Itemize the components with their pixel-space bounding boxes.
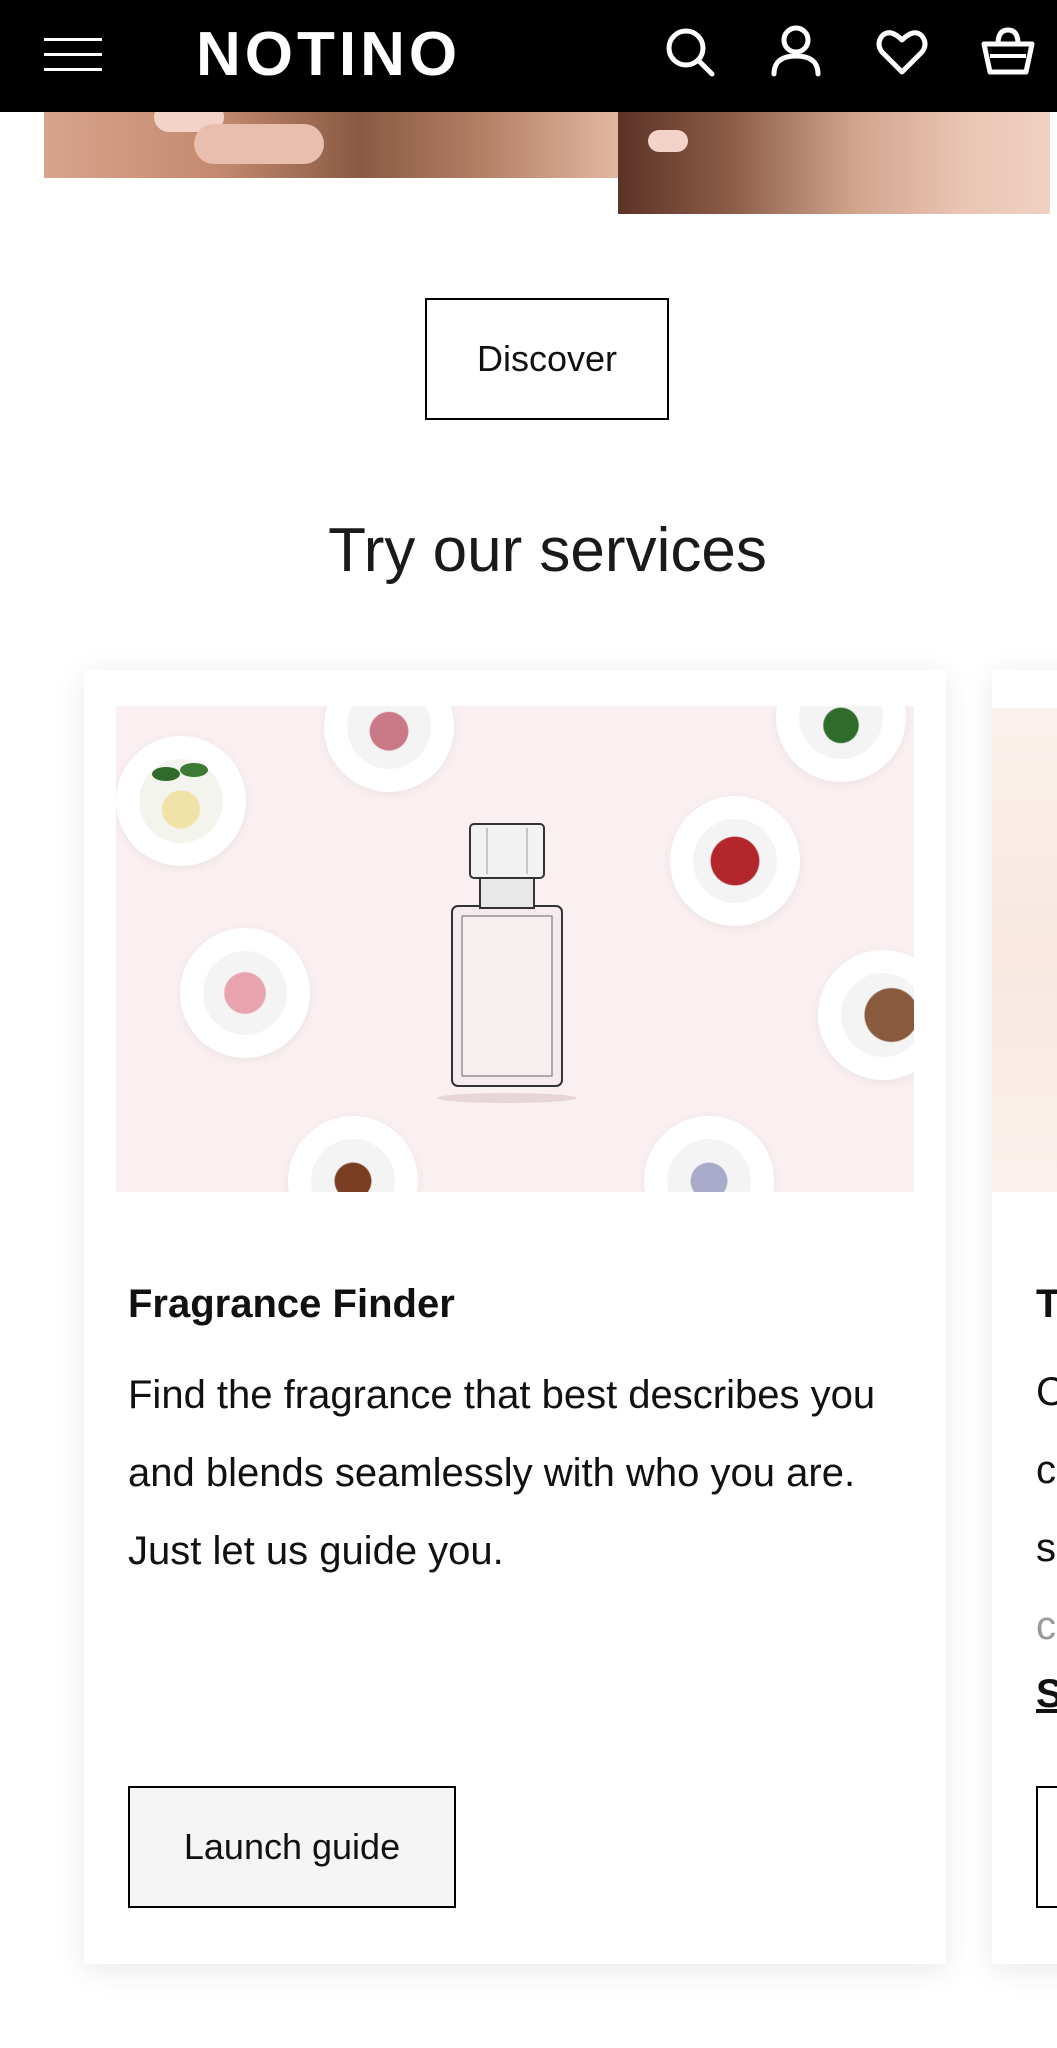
card-description: Find the fragrance that best describes y…: [128, 1373, 876, 1573]
rose-ingredient-icon: [324, 706, 454, 792]
launch-guide-button[interactable]: Launch guide: [128, 1786, 456, 1908]
heart-icon[interactable]: [872, 22, 932, 82]
next-card-link[interactable]: S: [1036, 1672, 1057, 1717]
user-icon[interactable]: [766, 22, 826, 82]
next-card-text: C: [1036, 1370, 1057, 1414]
cherry-blossom-ingredient-icon: [180, 928, 310, 1058]
next-card-text: s: [1036, 1526, 1056, 1570]
shopping-bag-icon[interactable]: [978, 22, 1038, 82]
next-card-text: c: [1036, 1604, 1056, 1648]
wood-ingredient-icon: [818, 950, 914, 1080]
search-icon[interactable]: [660, 22, 720, 82]
hamburger-menu-icon[interactable]: [44, 34, 102, 74]
next-card-text: c: [1036, 1448, 1056, 1492]
hero-banner-image-right: [618, 112, 1050, 214]
next-card-title: T: [1036, 1282, 1057, 1326]
perfume-bottle-icon: [437, 823, 577, 1103]
next-card-image: [992, 708, 1057, 1192]
leaf-ingredient-icon: [776, 706, 906, 782]
fragrance-finder-card: Fragrance Finder Find the fragrance that…: [84, 670, 946, 1964]
services-section-title: Try our services: [328, 516, 767, 585]
top-navigation-bar: NOTINO: [0, 0, 1057, 112]
discover-button[interactable]: Discover: [425, 298, 669, 420]
fragrance-finder-image: [116, 706, 914, 1192]
citrus-ingredient-icon: [116, 736, 246, 866]
strawberry-ingredient-icon: [670, 796, 800, 926]
iris-ingredient-icon: [644, 1116, 774, 1192]
vanilla-ingredient-icon: [288, 1116, 418, 1192]
hero-banner-image-left: [44, 112, 618, 178]
card-title: Fragrance Finder: [128, 1282, 455, 1326]
next-card-button[interactable]: [1036, 1786, 1057, 1908]
next-service-card[interactable]: T C c s c S: [992, 670, 1057, 1964]
notino-logo[interactable]: NOTINO: [196, 20, 461, 90]
